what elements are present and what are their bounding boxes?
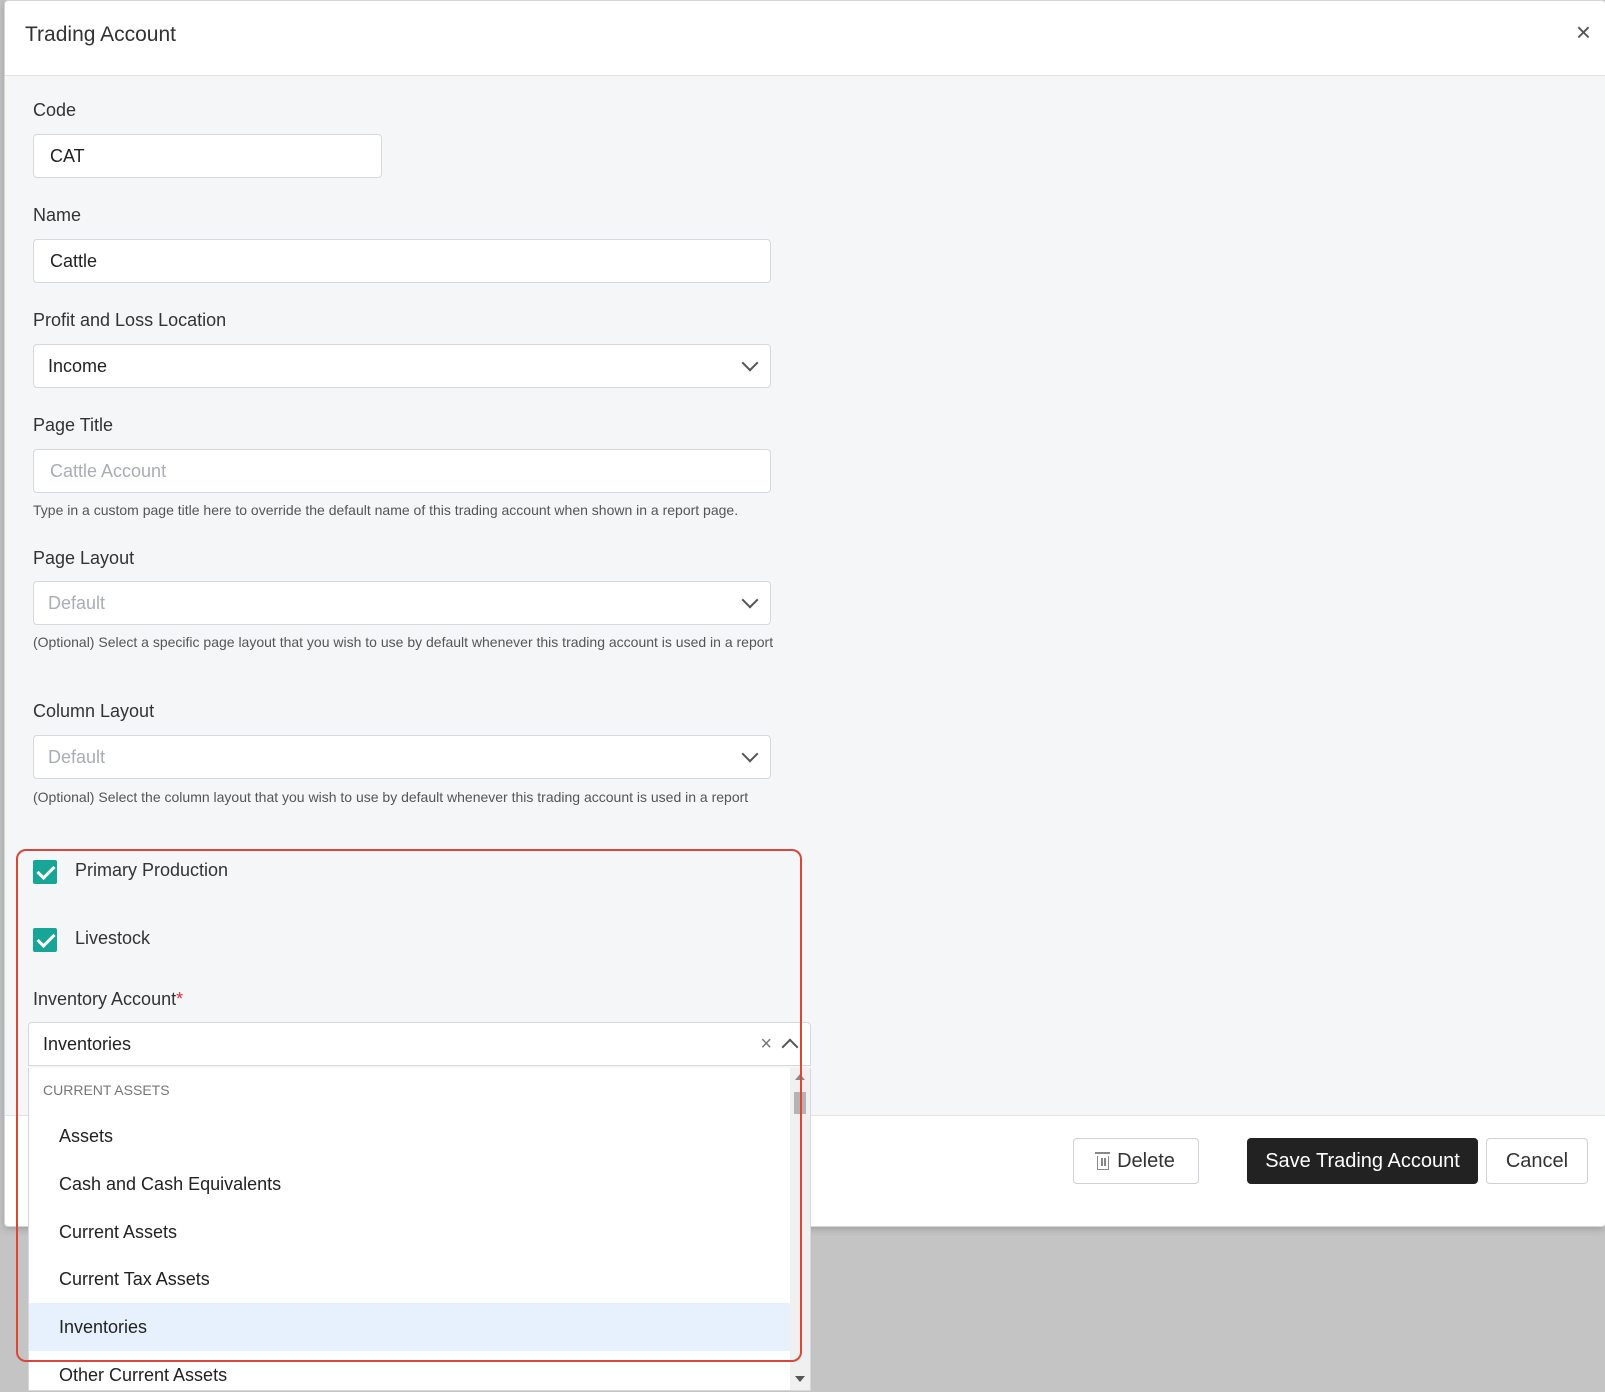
close-icon[interactable]: × [1576,19,1591,45]
inventory-account-value: Inventories [43,1033,132,1054]
dropdown-scrollbar[interactable] [790,1068,810,1390]
pl-location-value: Income [48,355,108,376]
chevron-down-icon [741,354,759,372]
page-layout-placeholder: Default [48,592,106,613]
page-layout-label: Page Layout [33,548,135,568]
page-layout-hint: (Optional) Select a specific page layout… [33,634,774,650]
name-label: Name [33,205,82,225]
delete-button[interactable]: Delete [1073,1138,1199,1184]
modal-header: Trading Account × [5,1,1605,76]
page-layout-select[interactable]: Default [33,581,771,625]
delete-label: Delete [1117,1149,1175,1172]
modal-title: Trading Account [25,23,176,46]
scroll-thumb[interactable] [794,1092,806,1114]
code-label: Code [33,100,77,120]
inventory-account-label-text: Inventory Account [33,989,177,1009]
name-value: Cattle [50,250,98,271]
option-other-current-assets[interactable]: Other Current Assets [29,1351,791,1390]
page-title-field[interactable]: Cattle Account [33,449,771,493]
scroll-down-arrow-icon[interactable] [795,1376,805,1382]
primary-production-checkbox[interactable] [33,860,57,884]
inventory-account-label: Inventory Account* [33,989,183,1010]
chevron-down-icon [741,745,759,763]
cancel-button[interactable]: Cancel [1486,1138,1588,1184]
chevron-up-icon[interactable] [781,1038,799,1056]
option-assets[interactable]: Assets [29,1112,791,1160]
trash-icon [1095,1152,1111,1170]
livestock-checkbox[interactable] [33,928,57,952]
option-current-assets[interactable]: Current Assets [29,1208,791,1256]
save-trading-account-button[interactable]: Save Trading Account [1247,1138,1478,1184]
option-group-current-assets: CURRENT ASSETS [43,1082,170,1098]
livestock-label[interactable]: Livestock [75,928,150,949]
pl-location-select[interactable]: Income [33,344,771,388]
name-field[interactable]: Cattle [33,239,771,283]
clear-icon[interactable]: × [760,1033,772,1056]
column-layout-placeholder: Default [48,746,106,767]
page-title-label: Page Title [33,415,114,435]
scroll-up-arrow-icon[interactable] [795,1074,805,1080]
inventory-account-select[interactable]: Inventories × [28,1022,811,1066]
required-mark: * [176,989,184,1009]
inventory-account-dropdown: CURRENT ASSETS Assets Cash and Cash Equi… [28,1068,811,1391]
option-cash-and-cash-equivalents[interactable]: Cash and Cash Equivalents [29,1160,791,1208]
column-layout-select[interactable]: Default [33,735,771,779]
page-title-placeholder: Cattle Account [50,460,167,481]
pl-location-label: Profit and Loss Location [33,310,227,330]
option-current-tax-assets[interactable]: Current Tax Assets [29,1255,791,1303]
option-inventories[interactable]: Inventories [29,1303,791,1351]
code-value: CAT [50,145,85,166]
page-title-hint: Type in a custom page title here to over… [33,502,739,518]
chevron-down-icon [741,591,759,609]
primary-production-label[interactable]: Primary Production [75,860,228,881]
column-layout-hint: (Optional) Select the column layout that… [33,789,749,805]
code-field[interactable]: CAT [33,134,382,178]
column-layout-label: Column Layout [33,701,155,721]
